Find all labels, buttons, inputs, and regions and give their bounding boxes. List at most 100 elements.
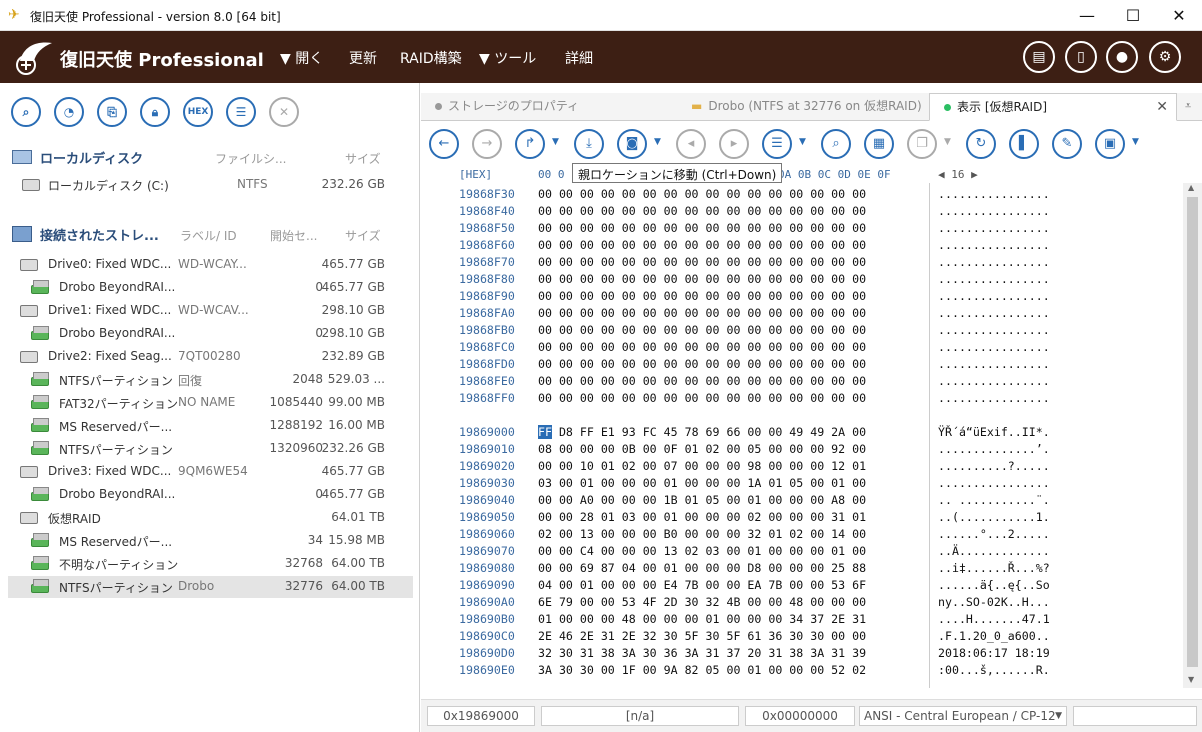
hex-row[interactable]: 19868F90 00 00 00 00 00 00 00 00 00 00 00… (421, 289, 1181, 306)
hex-ascii[interactable]: ......ä{..ę{..So (938, 578, 1050, 592)
partition-row[interactable]: NTFSパーティション Drobo 32776 64.00 TB (8, 576, 413, 598)
hex-ascii[interactable]: ................ (938, 476, 1050, 490)
hex-ascii[interactable]: ................ (938, 306, 1050, 320)
hex-ascii[interactable]: ..i‡......Ř...%? (938, 561, 1050, 575)
hex-view[interactable]: 19868F30 00 00 00 00 00 00 00 00 00 00 00… (421, 187, 1183, 687)
hex-ascii[interactable]: 2018:06:17 18:19 (938, 646, 1050, 660)
hex-row[interactable] (421, 408, 1181, 425)
hex-bytes[interactable]: 04 00 01 00 00 00 E4 7B 00 00 EA 7B 00 0… (538, 578, 866, 592)
partition-row[interactable]: Drobo BeyondRAI... 0 465.77 GB (8, 484, 413, 506)
hex-row[interactable]: 19869010 08 00 00 00 0B 00 0F 01 02 00 05… (421, 442, 1181, 459)
close-icon[interactable]: ✕ (269, 97, 299, 127)
hex-ascii[interactable]: ................ (938, 357, 1050, 371)
hex-row[interactable]: 19868FC0 00 00 00 00 00 00 00 00 00 00 00… (421, 340, 1181, 357)
hex-bytes[interactable]: 00 00 00 00 00 00 00 00 00 00 00 00 00 0… (538, 187, 866, 201)
tab-close-icon[interactable]: ✕ (1156, 94, 1168, 120)
col-start[interactable]: 開始セ... (270, 227, 317, 244)
tab-view-raid[interactable]: 表示 [仮想RAID] ✕ (929, 93, 1177, 121)
hex-ascii[interactable]: ................ (938, 289, 1050, 303)
local-disk-row[interactable]: ローカルディスク (C:) NTFS 232.26 GB (8, 174, 413, 196)
hex-bytes[interactable]: 02 00 13 00 00 00 B0 00 00 00 32 01 02 0… (538, 527, 866, 541)
grid-icon[interactable]: ▦ (864, 129, 894, 159)
hex-ascii[interactable]: .. ...........¨. (938, 493, 1050, 507)
hex-row[interactable]: 19869050 00 00 28 01 03 00 01 00 00 00 02… (421, 510, 1181, 527)
hex-ascii[interactable]: ......°...2..... (938, 527, 1050, 541)
bookmark-dropdown-icon[interactable]: ▼ (654, 137, 661, 147)
search-icon[interactable]: ⌕ (821, 129, 851, 159)
edit-icon[interactable]: ✎ (1052, 129, 1082, 159)
scroll-up-icon[interactable]: ▲ (1188, 183, 1194, 192)
hex-row[interactable]: 19869070 00 00 C4 00 00 00 13 02 03 00 01… (421, 544, 1181, 561)
hex-ascii[interactable]: ................ (938, 255, 1050, 269)
hex-bytes[interactable]: 00 00 00 00 00 00 00 00 00 00 00 00 00 0… (538, 255, 866, 269)
minimize-button[interactable]: — (1064, 0, 1110, 31)
download-icon[interactable]: ⤓ (574, 129, 604, 159)
save-dropdown-icon[interactable]: ▼ (1132, 137, 1139, 147)
hex-bytes[interactable]: 00 00 00 00 00 00 00 00 00 00 00 00 00 0… (538, 374, 866, 388)
hex-ascii[interactable]: ................ (938, 340, 1050, 354)
image-icon[interactable]: ⎘ (97, 97, 127, 127)
hex-bytes[interactable]: 00 00 C4 00 00 00 13 02 03 00 01 00 00 0… (538, 544, 866, 558)
hex-row[interactable]: 19869060 02 00 13 00 00 00 B0 00 00 00 32… (421, 527, 1181, 544)
encoding-select[interactable]: ANSI - Central European / CP-12 ▼ (859, 706, 1067, 726)
panel-icon[interactable]: ▌ (1009, 129, 1039, 159)
close-button[interactable]: ✕ (1156, 0, 1202, 31)
hex-ascii[interactable]: ..(...........1. (938, 510, 1050, 524)
tab-storage-properties[interactable]: ストレージのプロパティ (421, 93, 677, 121)
hex-row[interactable]: 19868FD0 00 00 00 00 00 00 00 00 00 00 00… (421, 357, 1181, 374)
hex-ascii[interactable]: ..Ä............. (938, 544, 1050, 558)
maximize-button[interactable]: ☐ (1110, 0, 1156, 31)
hex-bytes[interactable]: 00 00 69 87 04 00 01 00 00 00 D8 00 00 0… (538, 561, 866, 575)
forward-icon[interactable]: → (472, 129, 502, 159)
back-icon[interactable]: ← (429, 129, 459, 159)
hex-bytes[interactable]: 00 00 00 00 00 00 00 00 00 00 00 00 00 0… (538, 221, 866, 235)
drive-row[interactable]: Drive3: Fixed WDC... 9QM6WE54 465.77 GB (8, 461, 413, 483)
hex-ascii[interactable]: .F.1.20_0_a600.. (938, 629, 1050, 643)
hex-ascii[interactable]: ................ (938, 391, 1050, 405)
hex-ascii[interactable]: ..............’. (938, 442, 1050, 456)
hex-row[interactable]: 19868FF0 00 00 00 00 00 00 00 00 00 00 00… (421, 391, 1181, 408)
hex-row[interactable]: 19869090 04 00 01 00 00 00 E4 7B 00 00 EA… (421, 578, 1181, 595)
hex-ascii[interactable]: ................ (938, 272, 1050, 286)
scroll-thumb[interactable] (1187, 197, 1198, 667)
hex-bytes[interactable]: 01 00 00 00 48 00 00 00 01 00 00 00 34 3… (538, 612, 866, 626)
hex-bytes[interactable]: 00 00 00 00 00 00 00 00 00 00 00 00 00 0… (538, 340, 866, 354)
hex-bytes[interactable]: 00 00 A0 00 00 00 1B 01 05 00 01 00 00 0… (538, 493, 866, 507)
hex-row[interactable]: 19868FE0 00 00 00 00 00 00 00 00 00 00 00… (421, 374, 1181, 391)
copy-dropdown-icon[interactable]: ▼ (944, 137, 951, 147)
bookmark-icon[interactable]: ◙ (617, 129, 647, 159)
tab-drobo[interactable]: ▬ Drobo (NTFS at 32776 on 仮想RAID) (677, 93, 929, 121)
hex-bytes[interactable]: 00 00 00 00 00 00 00 00 00 00 00 00 00 0… (538, 323, 866, 337)
hex-ascii[interactable]: ....H.......47.1 (938, 612, 1050, 626)
list-dropdown-icon[interactable]: ▼ (799, 137, 806, 147)
hex-bytes[interactable]: 00 00 00 00 00 00 00 00 00 00 00 00 00 0… (538, 238, 866, 252)
hex-bytes[interactable]: 32 30 31 38 3A 30 36 3A 31 37 20 31 38 3… (538, 646, 866, 660)
partition-row[interactable]: FAT32パーティション NO NAME 1085440 99.00 MB (8, 392, 413, 414)
encoding-dropdown-icon[interactable]: ▼ (1055, 707, 1062, 725)
redo-dropdown-icon[interactable]: ▼ (552, 137, 559, 147)
hex-row[interactable]: 198690D0 32 30 31 38 3A 30 36 3A 31 37 20… (421, 646, 1181, 663)
col-size[interactable]: サイズ (345, 150, 381, 167)
menu-details[interactable]: 詳細 (565, 48, 593, 68)
hex-bytes[interactable]: 00 00 28 01 03 00 01 00 00 00 02 00 00 0… (538, 510, 866, 524)
hex-bytes[interactable]: 00 00 10 01 02 00 07 00 00 00 98 00 00 0… (538, 459, 866, 473)
hex-bytes[interactable]: 00 00 00 00 00 00 00 00 00 00 00 00 00 0… (538, 391, 866, 405)
save-icon[interactable]: ▣ (1095, 129, 1125, 159)
raid-row[interactable]: 仮想RAID 64.01 TB (8, 507, 413, 529)
hex-bytes[interactable]: FF D8 FF E1 93 FC 45 78 69 66 00 00 49 4… (538, 425, 866, 439)
col-size[interactable]: サイズ (345, 227, 381, 244)
hex-row[interactable]: 19869020 00 00 10 01 02 00 07 00 00 00 98… (421, 459, 1181, 476)
partition-row[interactable]: 不明なパーティション 32768 64.00 TB (8, 553, 413, 575)
hex-cursor-byte[interactable]: FF (538, 425, 552, 439)
scroll-down-icon[interactable]: ▼ (1188, 675, 1194, 684)
partition-row[interactable]: NTFSパーティション 1320960 232.26 GB (8, 438, 413, 460)
hex-bytes[interactable]: 00 00 00 00 00 00 00 00 00 00 00 00 00 0… (538, 289, 866, 303)
hex-bytes[interactable]: 03 00 01 00 00 00 01 00 00 00 1A 01 05 0… (538, 476, 866, 490)
partition-row[interactable]: NTFSパーティション 回復 2048 529.03 ... (8, 369, 413, 391)
lock-icon[interactable]: 🔒︎ (140, 97, 170, 127)
hex-row[interactable]: 19868F80 00 00 00 00 00 00 00 00 00 00 00… (421, 272, 1181, 289)
hex-bytes[interactable]: 08 00 00 00 0B 00 0F 01 02 00 05 00 00 0… (538, 442, 866, 456)
menu-tools[interactable]: ▼ ツール (479, 48, 536, 68)
refresh-icon[interactable]: ↻ (966, 129, 996, 159)
hex-ascii[interactable]: ..........?..... (938, 459, 1050, 473)
